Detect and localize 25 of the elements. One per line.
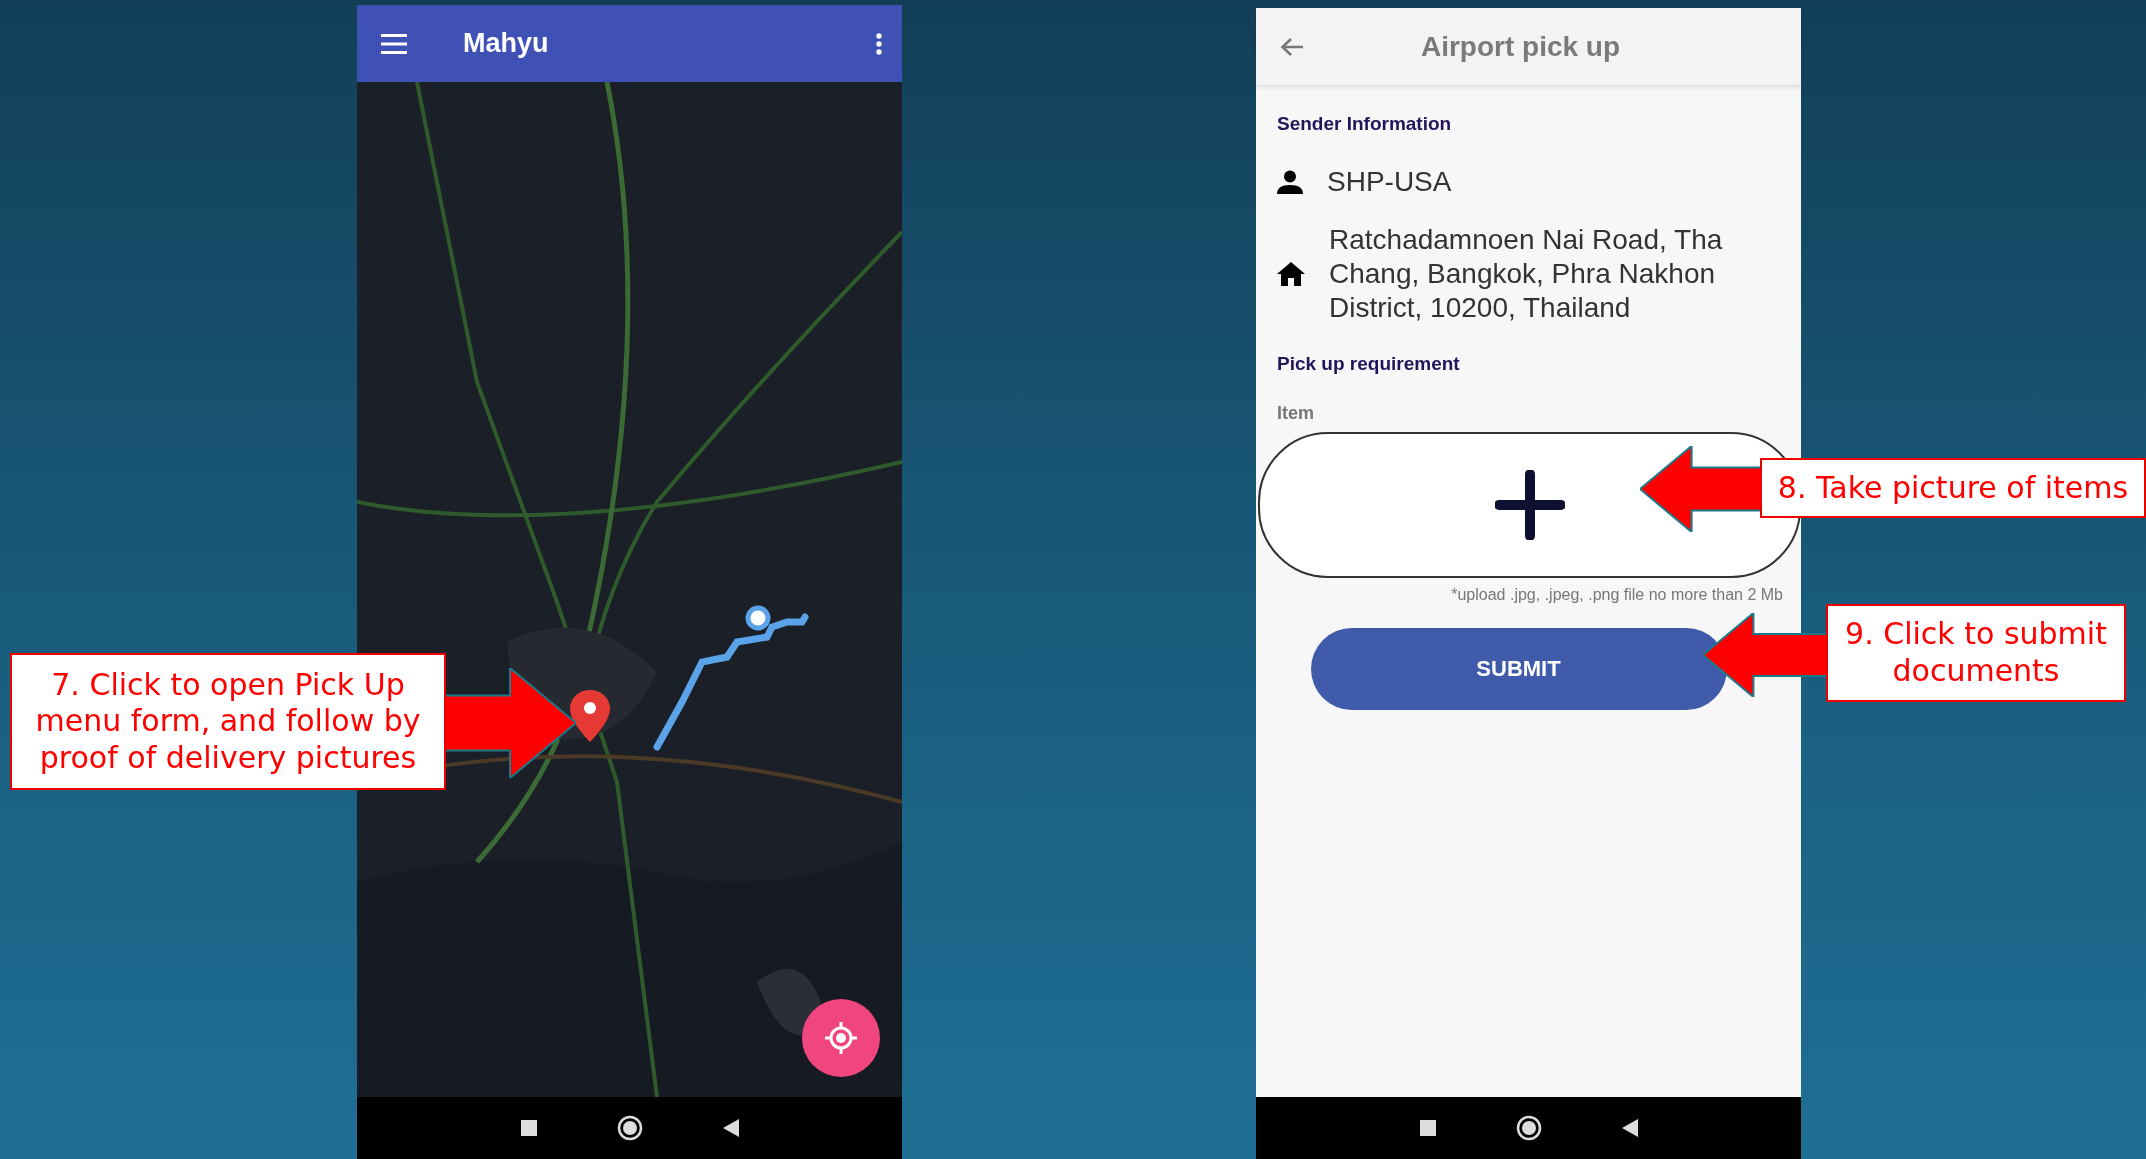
crosshair-icon: [824, 1021, 858, 1055]
app-title: Mahyu: [463, 28, 550, 59]
plus-icon: [1494, 470, 1565, 540]
callout-note: 7. Click to open Pick Up menu form, and follow by proof of delivery pictures: [10, 653, 446, 790]
callout-note: 8. Take picture of items: [1760, 458, 2146, 518]
section-heading: Pick up requirement: [1277, 353, 1461, 375]
home-icon: [1277, 262, 1305, 286]
submit-button[interactable]: SUBMIT: [1310, 628, 1727, 710]
upload-note: *upload .jpg, .jpeg, .png file no more than 2 Mb: [1451, 586, 1783, 604]
back-icon[interactable]: [722, 1119, 739, 1137]
sender-address: Ratchadamnoen Nai Road, Tha Chang, Bangkok, Phra Nakhon District, 10200, Thailand: [1329, 223, 1724, 325]
back-arrow-icon[interactable]: [1280, 36, 1304, 57]
home-icon[interactable]: [616, 1115, 643, 1141]
screen-title: Airport pick up: [1419, 30, 1622, 63]
home-icon[interactable]: [1515, 1115, 1542, 1141]
back-icon[interactable]: [1621, 1119, 1638, 1137]
person-icon: [1277, 170, 1303, 194]
section-heading: Sender Information: [1277, 113, 1453, 135]
recent-apps-icon[interactable]: [520, 1120, 537, 1136]
callout-note: 9. Click to submit documents: [1826, 604, 2126, 702]
field-label: Item: [1277, 403, 1315, 424]
more-options-icon[interactable]: [876, 32, 882, 55]
recent-apps-icon[interactable]: [1419, 1120, 1436, 1136]
sender-name: SHP-USA: [1327, 165, 1452, 199]
menu-icon[interactable]: [381, 33, 407, 54]
